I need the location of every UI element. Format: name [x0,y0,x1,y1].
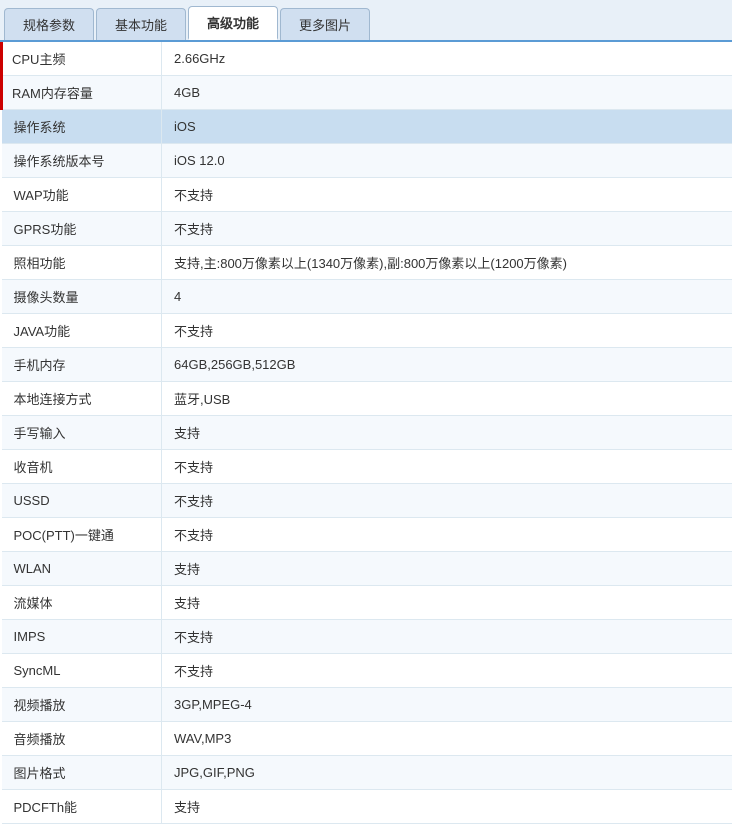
spec-value: 4GB [162,76,732,110]
spec-label: GPRS功能 [2,212,162,246]
spec-label: 图片格式 [2,756,162,790]
spec-label: 流媒体 [2,586,162,620]
tabs-bar: 规格参数 基本功能 高级功能 更多图片 [0,0,732,42]
spec-label: WLAN [2,552,162,586]
spec-value: 不支持 [162,314,732,348]
spec-value: 支持,主:800万像素以上(1340万像素),副:800万像素以上(1200万像… [162,246,732,280]
spec-value: 支持 [162,790,732,824]
spec-label: SyncML [2,654,162,688]
tab-specs[interactable]: 规格参数 [4,8,94,40]
spec-label: IMPS [2,620,162,654]
spec-value: 不支持 [162,212,732,246]
spec-value: 3GP,MPEG-4 [162,688,732,722]
spec-value: 64GB,256GB,512GB [162,348,732,382]
spec-label: POC(PTT)一键通 [2,518,162,552]
spec-table: CPU主频2.66GHzRAM内存容量4GB操作系统iOS操作系统版本号iOS … [0,42,732,824]
spec-label: RAM内存容量 [2,76,162,110]
spec-value: WAV,MP3 [162,722,732,756]
spec-value: 不支持 [162,654,732,688]
spec-label: 操作系统版本号 [2,144,162,178]
spec-value: 不支持 [162,484,732,518]
spec-label: WAP功能 [2,178,162,212]
spec-label: PDCFTh能 [2,790,162,824]
spec-value: 蓝牙,USB [162,382,732,416]
spec-label: JAVA功能 [2,314,162,348]
spec-value: 4 [162,280,732,314]
spec-label: CPU主频 [2,42,162,76]
spec-label: 操作系统 [2,110,162,144]
spec-label: 摄像头数量 [2,280,162,314]
spec-label: 音频播放 [2,722,162,756]
spec-value: 2.66GHz [162,42,732,76]
spec-label: 照相功能 [2,246,162,280]
spec-value: 不支持 [162,178,732,212]
spec-value: 支持 [162,416,732,450]
spec-value: 不支持 [162,518,732,552]
spec-label: 手机内存 [2,348,162,382]
tab-advanced[interactable]: 高级功能 [188,6,278,40]
spec-value: iOS 12.0 [162,144,732,178]
content-area: CPU主频2.66GHzRAM内存容量4GB操作系统iOS操作系统版本号iOS … [0,42,732,824]
spec-label: 本地连接方式 [2,382,162,416]
spec-label: 收音机 [2,450,162,484]
tab-basic[interactable]: 基本功能 [96,8,186,40]
spec-label: USSD [2,484,162,518]
spec-value: iOS [162,110,732,144]
spec-value: 不支持 [162,620,732,654]
spec-label: 手写输入 [2,416,162,450]
spec-value: 支持 [162,586,732,620]
tab-more-images[interactable]: 更多图片 [280,8,370,40]
spec-value: 不支持 [162,450,732,484]
spec-value: JPG,GIF,PNG [162,756,732,790]
spec-value: 支持 [162,552,732,586]
spec-label: 视频播放 [2,688,162,722]
